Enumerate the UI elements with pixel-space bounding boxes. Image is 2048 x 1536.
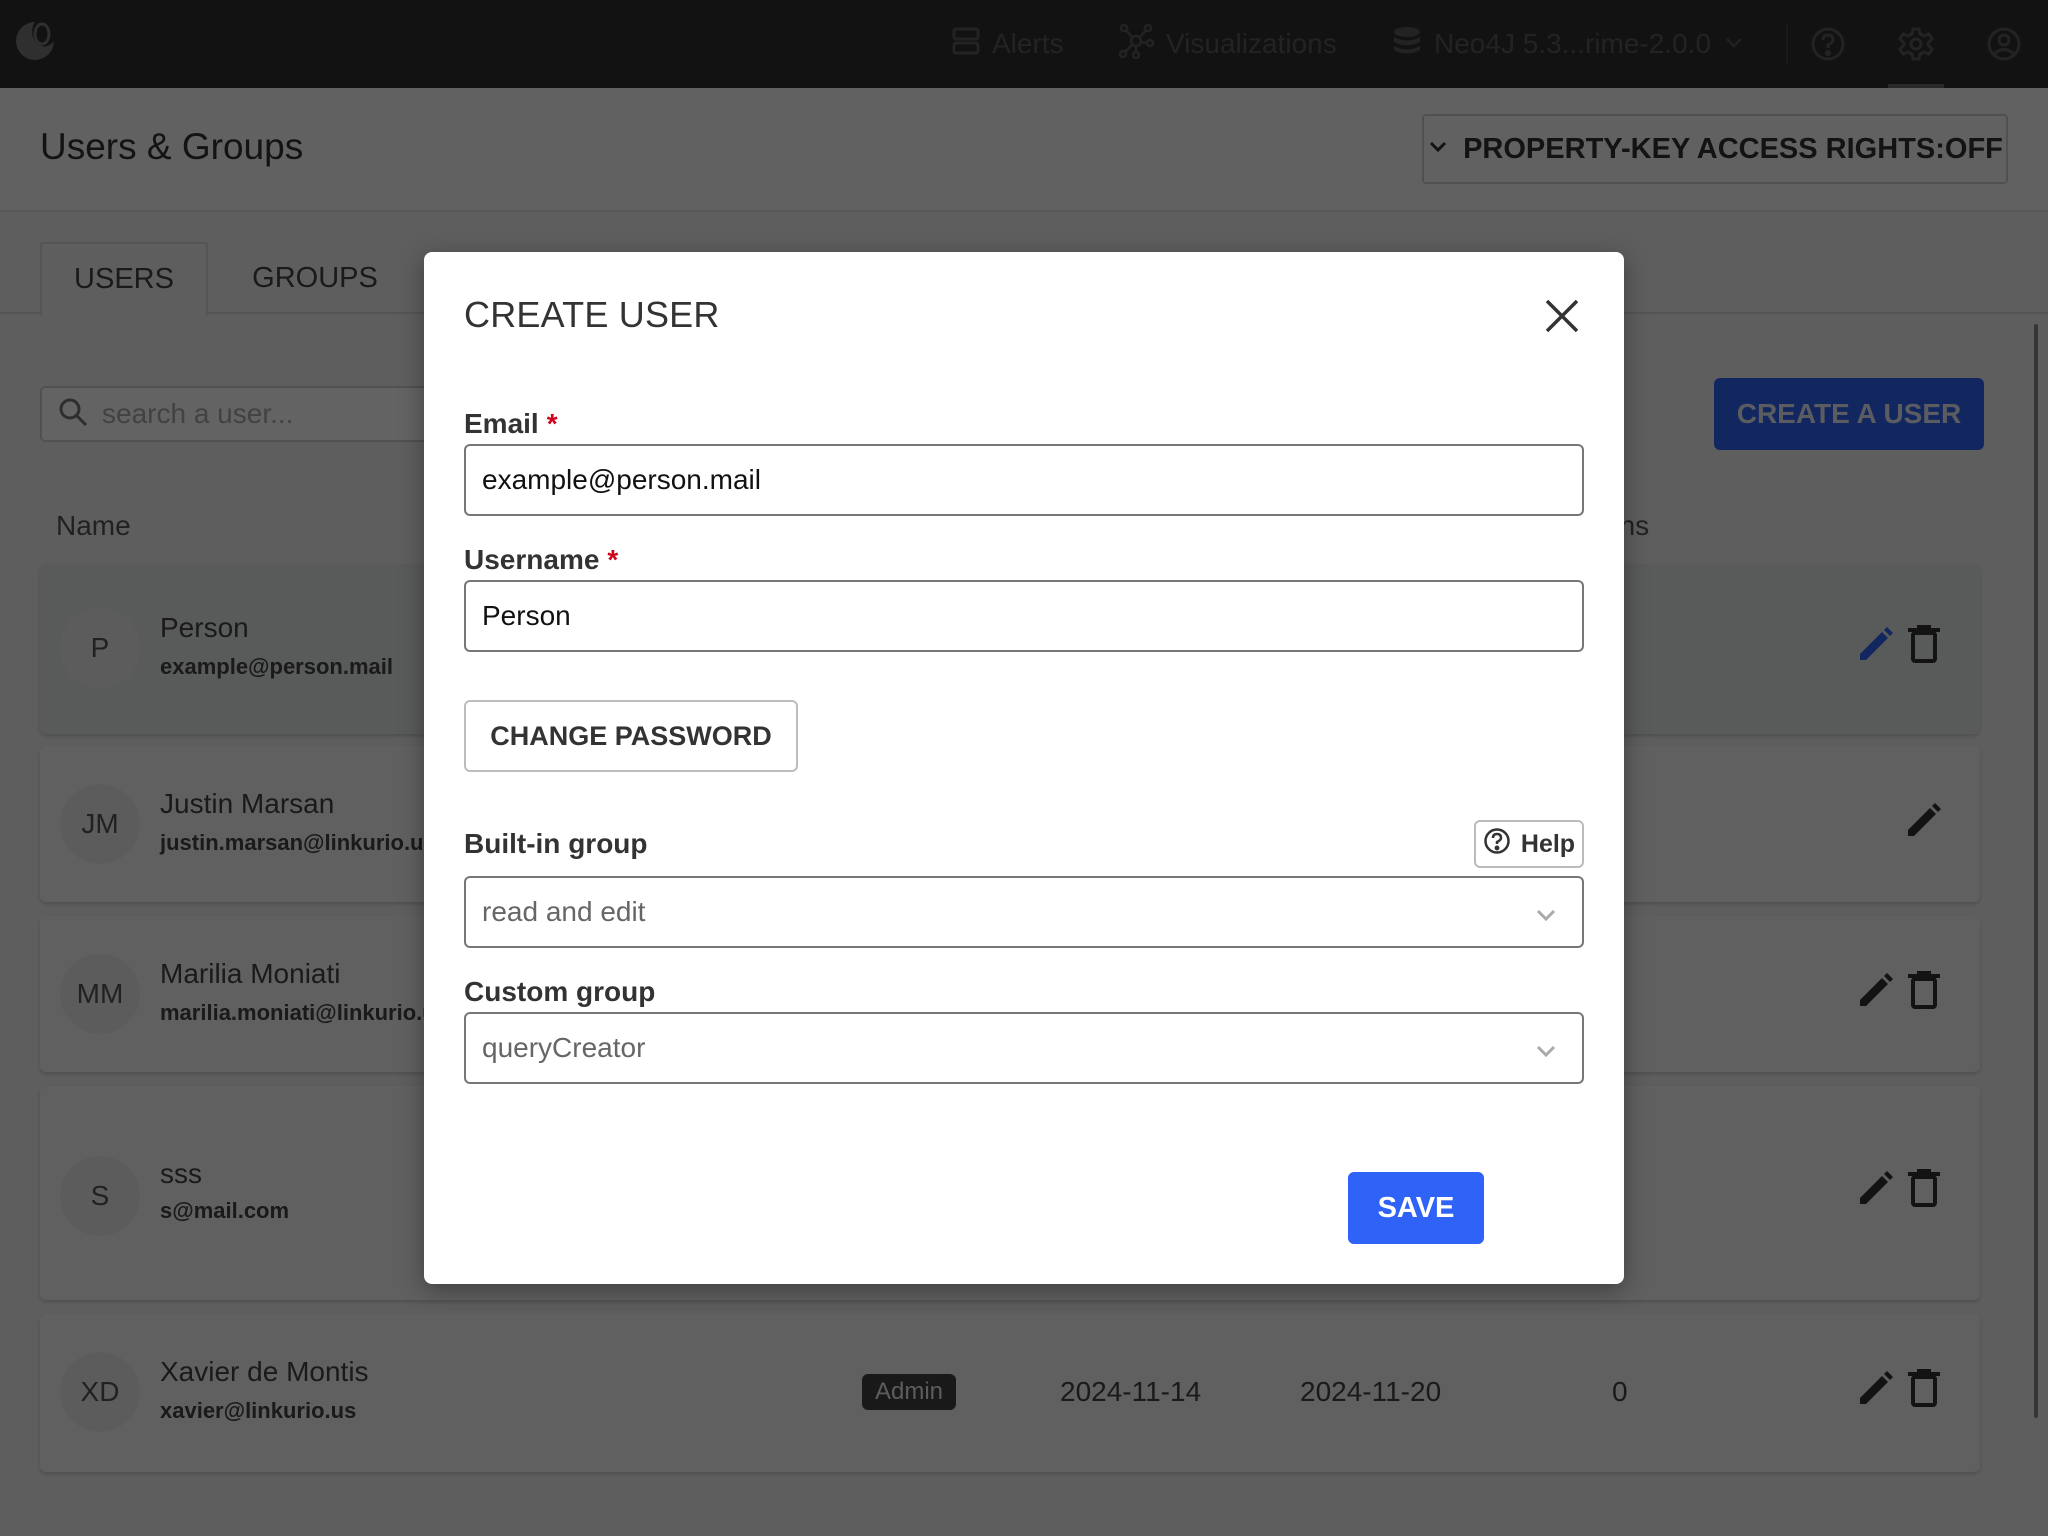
username-label-text: Username: [464, 544, 600, 575]
email-field[interactable]: [464, 444, 1584, 516]
username-label: Username *: [464, 544, 618, 576]
required-marker: *: [546, 408, 558, 439]
change-password-button[interactable]: CHANGE PASSWORD: [464, 700, 798, 772]
email-label: Email *: [464, 408, 558, 440]
builtin-group-value: read and edit: [482, 896, 646, 927]
custom-group-select[interactable]: queryCreator: [464, 1012, 1584, 1084]
dialog-title: CREATE USER: [464, 294, 720, 335]
close-icon[interactable]: [1540, 294, 1584, 338]
builtin-group-select[interactable]: read and edit: [464, 876, 1584, 948]
email-label-text: Email: [464, 408, 539, 439]
help-button[interactable]: Help: [1474, 820, 1584, 868]
help-button-label: Help: [1520, 829, 1576, 858]
help-circle-icon: [1483, 827, 1511, 862]
required-marker: *: [607, 544, 619, 575]
custom-group-label: Custom group: [464, 976, 656, 1007]
builtin-group-label: Built-in group: [464, 828, 648, 859]
chevron-down-icon: [1534, 902, 1558, 934]
save-button[interactable]: SAVE: [1348, 1172, 1484, 1244]
create-user-dialog: CREATE USER Email* Username* CHANGE PASS…: [424, 252, 1624, 1284]
custom-group-value: queryCreator: [482, 1032, 646, 1063]
username-field[interactable]: [464, 580, 1584, 652]
chevron-down-icon: [1534, 1038, 1558, 1070]
